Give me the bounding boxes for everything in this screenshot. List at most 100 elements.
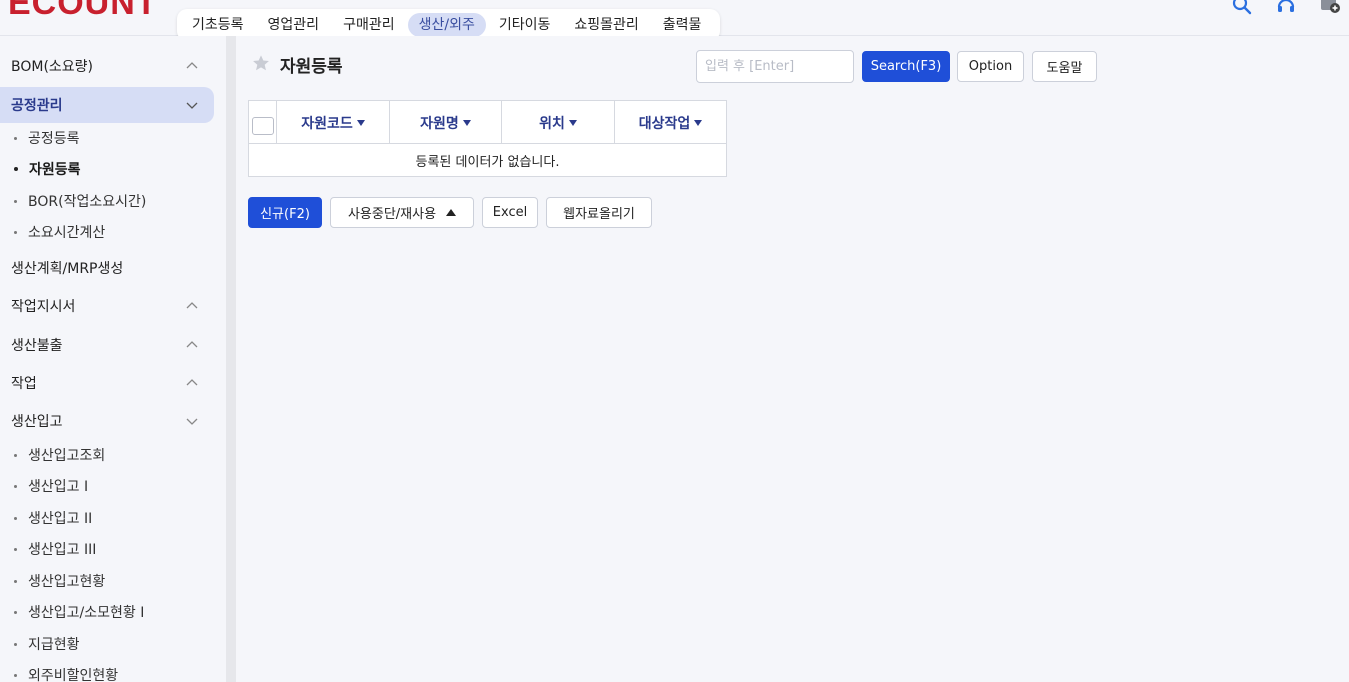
help-button[interactable]: 도움말 xyxy=(1032,51,1097,82)
bullet-icon xyxy=(14,516,17,520)
column-header-resource-code[interactable]: 자원코드 xyxy=(277,101,390,144)
search-icon[interactable] xyxy=(1231,0,1253,16)
bullet-icon xyxy=(14,673,17,677)
toggle-use-label: 사용중단/재사용 xyxy=(347,207,437,222)
resource-table: 자원코드 자원명 위치 대상작업 등록된 데이터가 없습니다. xyxy=(248,100,727,177)
sidebar-group-label: 공정관리 xyxy=(11,98,63,114)
sidebar-group-label: 생산입고 xyxy=(11,414,63,430)
sidebar-group-label: 생산불출 xyxy=(11,338,63,354)
headset-icon[interactable] xyxy=(1275,0,1297,16)
chevron-up-icon xyxy=(186,379,198,386)
sort-caret-icon xyxy=(568,119,577,126)
ecount-logo[interactable]: ECOUNT xyxy=(8,0,158,20)
sidebar-group-process[interactable]: 공정관리 xyxy=(0,87,214,123)
toggle-use-button[interactable]: 사용중단/재사용 xyxy=(330,197,474,228)
column-label: 자원명 xyxy=(420,115,459,132)
nav-item-print[interactable]: 출력물 xyxy=(652,13,713,37)
column-header-location[interactable]: 위치 xyxy=(502,101,615,144)
empty-table-message: 등록된 데이터가 없습니다. xyxy=(415,155,560,170)
column-header-resource-name[interactable]: 자원명 xyxy=(390,101,502,144)
caret-up-icon xyxy=(446,209,457,216)
column-label: 자원코드 xyxy=(301,115,353,132)
sort-caret-icon xyxy=(462,119,471,126)
column-label: 위치 xyxy=(539,115,565,132)
select-all-checkbox[interactable] xyxy=(252,117,274,135)
bullet-icon xyxy=(14,579,17,583)
bullet-icon xyxy=(14,167,18,171)
bullet-icon xyxy=(14,642,17,646)
bullet-icon xyxy=(14,453,17,457)
search-input[interactable] xyxy=(696,50,854,83)
sidebar-item-resource-register[interactable]: 자원등록 xyxy=(14,158,81,180)
sidebar-item-label: 생산입고 I xyxy=(28,479,89,495)
bullet-icon xyxy=(14,230,17,234)
sidebar-item-label: 생산입고조회 xyxy=(28,448,106,464)
bullet-icon xyxy=(14,484,17,488)
chevron-down-icon xyxy=(186,418,198,425)
sidebar-group-work[interactable]: 작업 xyxy=(0,365,214,401)
nav-item-basic[interactable]: 기초등록 xyxy=(181,13,255,37)
excel-button[interactable]: Excel xyxy=(482,197,538,228)
sidebar-group-label: BOM(소요량) xyxy=(11,59,94,75)
sidebar-item-label: 공정등록 xyxy=(28,131,80,147)
select-all-cell xyxy=(249,101,277,144)
sidebar-item-receipt-2[interactable]: 생산입고 II xyxy=(14,507,92,529)
sidebar: BOM(소요량) 공정관리 공정등록 자원등록 BOR(작업소요시간) 소요시간… xyxy=(0,36,226,682)
sidebar-item-label: 생산입고 II xyxy=(28,511,93,527)
sidebar-item-label: 자원등록 xyxy=(29,162,81,178)
sidebar-scrollbar[interactable] xyxy=(226,36,236,682)
sort-caret-icon xyxy=(694,119,703,126)
chevron-up-icon xyxy=(186,62,198,69)
sidebar-item-receipt-inquiry[interactable]: 생산입고조회 xyxy=(14,444,105,466)
nav-item-production[interactable]: 생산/외주 xyxy=(407,13,486,37)
page-title: 자원등록 xyxy=(280,57,343,77)
nav-item-shopping-mall[interactable]: 쇼핑몰관리 xyxy=(563,13,649,37)
search-button[interactable]: Search(F3) xyxy=(862,51,950,82)
bullet-icon xyxy=(14,199,17,203)
sidebar-item-outsourcing-discount[interactable]: 외주비할인현황 xyxy=(14,664,118,682)
sidebar-item-receipt-3[interactable]: 생산입고 III xyxy=(14,538,96,560)
sidebar-group-label: 작업 xyxy=(11,376,37,392)
option-button[interactable]: Option xyxy=(957,51,1024,82)
sidebar-item-label: BOR(작업소요시간) xyxy=(28,194,147,210)
chevron-up-icon xyxy=(186,302,198,309)
sort-caret-icon xyxy=(356,119,365,126)
sidebar-item-label: 소요시간계산 xyxy=(28,225,106,241)
sidebar-item-label: 생산입고/소모현황 I xyxy=(28,605,145,621)
column-label: 대상작업 xyxy=(638,115,691,132)
sidebar-item-receipt-1[interactable]: 생산입고 I xyxy=(14,475,88,497)
chevron-up-icon xyxy=(186,341,198,348)
new-button[interactable]: 신규(F2) xyxy=(248,197,322,228)
nav-item-sales[interactable]: 영업관리 xyxy=(257,13,331,37)
chevron-down-icon xyxy=(186,102,198,109)
sidebar-group-plan-mrp[interactable]: 생산계획/MRP생성 xyxy=(0,250,214,286)
sidebar-group-label: 작업지시서 xyxy=(11,299,76,315)
web-upload-button[interactable]: 웹자료올리기 xyxy=(546,197,652,228)
sidebar-group-bom[interactable]: BOM(소요량) xyxy=(0,48,214,84)
nav-item-purchase[interactable]: 구매관리 xyxy=(332,13,406,37)
sidebar-item-bor[interactable]: BOR(작업소요시간) xyxy=(14,190,146,212)
sidebar-item-label: 생산입고 III xyxy=(28,542,97,558)
sidebar-item-receipt-consumption[interactable]: 생산입고/소모현황 I xyxy=(14,601,144,623)
bullet-icon xyxy=(14,547,17,551)
header-icons xyxy=(1231,0,1341,16)
bullet-icon xyxy=(14,610,17,614)
sidebar-item-supply-status[interactable]: 지급현황 xyxy=(14,633,80,655)
sidebar-group-label: 생산계획/MRP생성 xyxy=(11,261,124,277)
sidebar-item-process-register[interactable]: 공정등록 xyxy=(14,127,80,149)
nav-item-misc-movement[interactable]: 기타이동 xyxy=(488,13,562,37)
top-header: ECOUNT 기초등록 영업관리 구매관리 생산/외주 기타이동 쇼핑몰관리 출… xyxy=(0,0,1349,41)
sidebar-item-label: 생산입고현황 xyxy=(28,574,106,590)
sidebar-group-work-order[interactable]: 작업지시서 xyxy=(0,288,214,324)
bullet-icon xyxy=(14,136,17,140)
sidebar-group-receipt[interactable]: 생산입고 xyxy=(0,403,214,439)
column-header-target-work[interactable]: 대상작업 xyxy=(615,101,726,144)
sidebar-item-time-calc[interactable]: 소요시간계산 xyxy=(14,221,105,243)
notification-icon[interactable] xyxy=(1319,0,1341,16)
table-header: 자원코드 자원명 위치 대상작업 xyxy=(249,101,726,144)
favorite-star-icon[interactable] xyxy=(252,54,270,72)
sidebar-item-label: 외주비할인현황 xyxy=(28,668,119,682)
sidebar-group-issue[interactable]: 생산불출 xyxy=(0,327,214,363)
sidebar-item-label: 지급현황 xyxy=(28,637,80,653)
sidebar-item-receipt-status[interactable]: 생산입고현황 xyxy=(14,570,105,592)
